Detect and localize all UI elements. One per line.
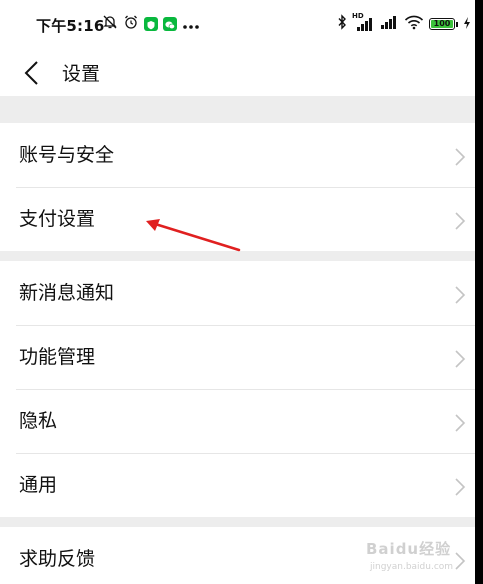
settings-item-features[interactable]: 功能管理	[0, 325, 475, 389]
chevron-right-icon	[455, 148, 466, 166]
settings-item-account-security[interactable]: 账号与安全	[0, 123, 475, 187]
chevron-right-icon	[455, 212, 466, 230]
status-time: 下午5:16	[36, 17, 105, 35]
battery-tip	[456, 21, 458, 27]
settings-item-privacy[interactable]: 隐私	[0, 389, 475, 453]
settings-item-label: 求助反馈	[19, 548, 96, 570]
settings-item-label: 隐私	[19, 410, 58, 432]
settings-group-general: 新消息通知 功能管理 隐私 通用	[0, 261, 475, 517]
wifi-icon	[404, 14, 424, 34]
bluetooth-icon	[337, 14, 347, 34]
back-button[interactable]	[20, 56, 50, 90]
signal-icon: HD	[352, 12, 374, 33]
chevron-right-icon	[455, 350, 466, 368]
battery-icon: 100	[429, 18, 455, 30]
more-dots-icon	[182, 15, 200, 34]
wechat-icon	[163, 17, 177, 31]
alarm-icon	[123, 14, 139, 34]
settings-item-label: 账号与安全	[19, 144, 115, 166]
settings-group-account: 账号与安全 支付设置	[0, 123, 475, 251]
settings-item-payment[interactable]: 支付设置	[0, 187, 475, 251]
navigation-bar: 设置	[0, 50, 475, 96]
settings-item-label: 支付设置	[19, 208, 96, 230]
settings-item-label: 功能管理	[19, 346, 96, 368]
settings-item-label: 通用	[19, 474, 58, 496]
watermark: Baidu经验 jingyan.baidu.com	[366, 536, 466, 580]
settings-item-label: 新消息通知	[19, 282, 115, 304]
chevron-left-icon	[24, 61, 38, 85]
settings-screen: 下午5:16 HD 100 设置 账号与安全 支付设置 新消息通知 功能管理 隐…	[0, 0, 475, 584]
watermark-text: Baidu经验	[366, 540, 452, 558]
status-bar: 下午5:16 HD 100	[0, 0, 475, 50]
settings-item-notifications[interactable]: 新消息通知	[0, 261, 475, 325]
chevron-right-icon	[455, 478, 466, 496]
charging-icon	[463, 15, 471, 34]
notification-icons	[102, 15, 200, 33]
system-status-icons: HD 100	[337, 12, 471, 35]
watermark-url: jingyan.baidu.com	[370, 562, 454, 572]
settings-item-general[interactable]: 通用	[0, 453, 475, 517]
battery-level-text: 100	[433, 19, 451, 28]
bell-off-icon	[102, 14, 118, 34]
page-title: 设置	[62, 63, 101, 85]
security-badge-icon	[144, 17, 158, 31]
signal-icon	[379, 13, 399, 35]
chevron-right-icon	[455, 286, 466, 304]
chevron-right-icon	[455, 414, 466, 432]
